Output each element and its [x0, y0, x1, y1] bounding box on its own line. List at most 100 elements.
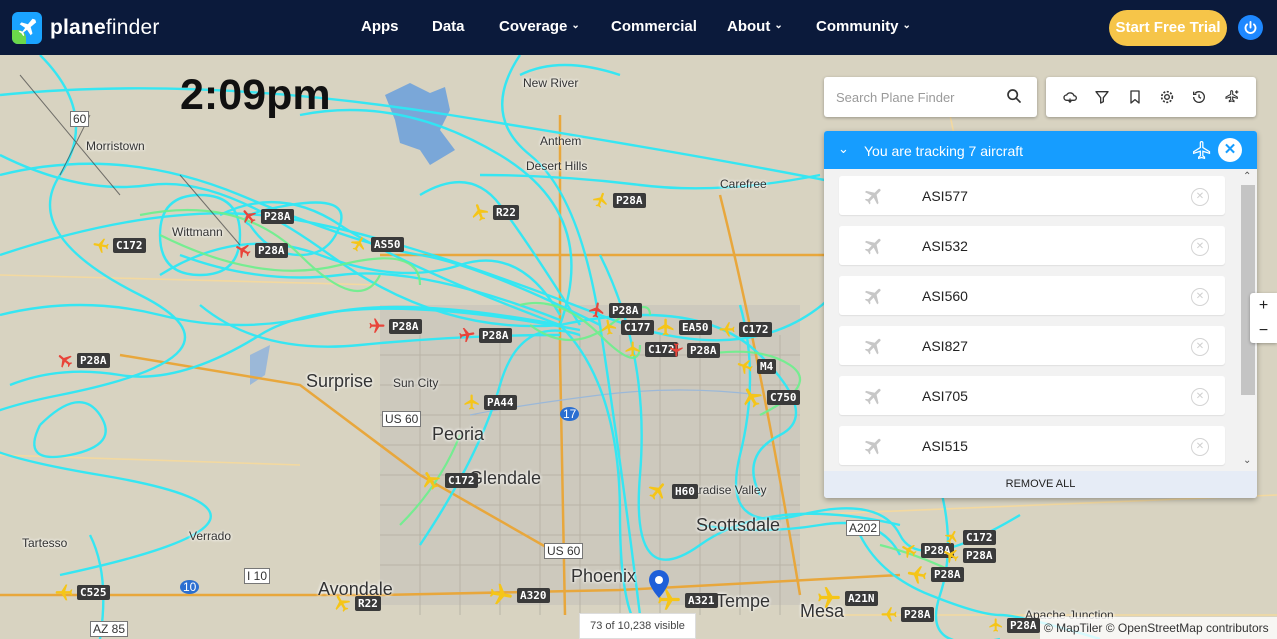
tracked-aircraft-name: ASI532	[922, 238, 968, 254]
aircraft-marker[interactable]: M4	[736, 357, 777, 375]
airplane-icon	[58, 355, 73, 368]
helicopter-icon	[472, 204, 489, 221]
start-free-trial-button[interactable]: Start Free Trial	[1109, 10, 1227, 46]
zoom-controls: + −	[1250, 293, 1277, 343]
chevron-down-icon[interactable]: ⌄	[1243, 455, 1251, 466]
aircraft-marker[interactable]: P28A	[458, 326, 512, 344]
aircraft-marker[interactable]: P28A	[368, 317, 422, 335]
aircraft-marker[interactable]: R22	[332, 593, 381, 613]
airplane-icon	[657, 318, 674, 336]
nav-commercial[interactable]: Commercial	[611, 18, 697, 35]
location-pin-icon[interactable]	[649, 570, 669, 603]
filter-icon[interactable]	[1093, 88, 1111, 106]
search-input[interactable]	[836, 87, 1006, 107]
airplane-icon	[863, 385, 885, 412]
aircraft-marker[interactable]: C177	[600, 318, 654, 336]
aircraft-marker[interactable]: P28A	[880, 605, 934, 623]
nav-coverage[interactable]: Coverage ⌄	[499, 18, 580, 35]
aircraft-label: C172	[963, 529, 996, 545]
zoom-in-button[interactable]: +	[1250, 293, 1277, 318]
weather-cloud-icon[interactable]	[1061, 88, 1079, 106]
aircraft-marker[interactable]: C750	[740, 385, 800, 409]
history-clock-icon[interactable]	[1190, 88, 1208, 106]
remove-aircraft-button[interactable]: ✕	[1191, 188, 1209, 206]
remove-all-button[interactable]: REMOVE ALL	[824, 471, 1257, 498]
flight-map[interactable]: 2:09pm Surprise Sun City Peoria Glendale…	[0, 55, 1277, 639]
city-label-scottsdale: Scottsdale	[696, 515, 781, 535]
airplane-icon	[863, 235, 885, 262]
brand-logo[interactable]: planefinder	[12, 11, 160, 45]
aircraft-marker[interactable]: C172	[944, 529, 996, 545]
tracked-aircraft-row[interactable]: ASI532 ✕	[839, 226, 1225, 265]
aircraft-marker[interactable]: EA50	[656, 317, 712, 337]
aircraft-label: EA50	[679, 319, 712, 335]
aircraft-marker[interactable]: P28A	[56, 351, 110, 369]
search-icon[interactable]	[1006, 88, 1022, 109]
aircraft-marker[interactable]: R22	[470, 202, 519, 222]
aircraft-label: P28A	[609, 302, 642, 318]
visible-count-badge: 73 of 10,238 visible	[579, 613, 696, 639]
aircraft-marker[interactable]: P28A	[240, 207, 294, 225]
aircraft-marker[interactable]: A21N	[816, 585, 878, 611]
aircraft-marker[interactable]: P28A	[988, 617, 1040, 633]
tracked-aircraft-row[interactable]: ASI577 ✕	[839, 176, 1225, 215]
tracked-aircraft-row[interactable]: ASI515 ✕	[839, 426, 1225, 465]
aircraft-marker[interactable]: P28A	[906, 563, 964, 585]
power-icon[interactable]	[1238, 15, 1263, 40]
zoom-out-button[interactable]: −	[1250, 318, 1277, 343]
airplane-icon	[601, 319, 617, 335]
aircraft-label: C172	[445, 472, 478, 488]
gear-icon[interactable]	[1158, 88, 1176, 106]
aircraft-label: P28A	[1007, 617, 1040, 633]
tracked-aircraft-list[interactable]: ASI577 ✕ ASI532 ✕ ASI560 ✕ ASI827 ✕ ASI7…	[824, 169, 1257, 471]
remove-aircraft-button[interactable]: ✕	[1191, 338, 1209, 356]
remove-aircraft-button[interactable]: ✕	[1191, 438, 1209, 456]
road-shield-us60: US 60	[382, 411, 422, 427]
aircraft-label: P28A	[77, 352, 110, 368]
bookmark-icon[interactable]	[1126, 88, 1144, 106]
aircraft-marker[interactable]: AS50	[350, 235, 404, 253]
city-label-new-river: New River	[523, 76, 579, 90]
airplane-icon	[744, 388, 762, 408]
aircraft-marker[interactable]: PA44	[463, 393, 517, 411]
aircraft-marker[interactable]: C172	[420, 469, 478, 491]
chevron-down-icon[interactable]: ⌄	[838, 141, 849, 157]
aircraft-marker[interactable]: C172	[92, 236, 146, 254]
remove-aircraft-button[interactable]: ✕	[1191, 388, 1209, 406]
aircraft-marker[interactable]: C172	[718, 320, 772, 338]
aircraft-label: A320	[517, 587, 550, 603]
aircraft-marker[interactable]: P28A	[942, 546, 996, 564]
airplane-icon	[459, 327, 475, 343]
chevron-down-icon: ⌄	[571, 20, 580, 31]
nav-apps[interactable]: Apps	[361, 18, 399, 35]
tracked-aircraft-row[interactable]: ASI560 ✕	[839, 276, 1225, 315]
aircraft-marker[interactable]: C525	[54, 582, 110, 602]
tracked-aircraft-row[interactable]: ASI705 ✕	[839, 376, 1225, 415]
tracked-aircraft-row[interactable]: ASI827 ✕	[839, 326, 1225, 365]
airplane-icon	[464, 394, 479, 410]
aircraft-marker[interactable]: P28A	[668, 342, 720, 358]
road-shield-60: 60	[70, 111, 90, 127]
close-tracking-button[interactable]: ✕	[1218, 138, 1242, 162]
aircraft-label: R22	[493, 204, 519, 220]
city-label-peoria: Peoria	[432, 424, 485, 444]
nav-data[interactable]: Data	[432, 18, 465, 35]
airplane-icon	[670, 343, 683, 357]
tracked-aircraft-name: ASI515	[922, 438, 968, 454]
aircraft-label: P28A	[687, 342, 720, 358]
airplane-icon	[625, 341, 640, 357]
nav-about[interactable]: About ⌄	[727, 18, 783, 35]
aircraft-marker[interactable]: A320	[488, 582, 550, 608]
nav-community[interactable]: Community ⌄	[816, 18, 911, 35]
city-label-carefree: Carefree	[720, 177, 767, 191]
aircraft-marker[interactable]: P28A	[592, 191, 646, 209]
scrollbar-thumb[interactable]	[1241, 185, 1255, 395]
airplane-icon	[93, 238, 109, 253]
remove-aircraft-button[interactable]: ✕	[1191, 238, 1209, 256]
aircraft-marker[interactable]: P28A	[234, 241, 288, 259]
aircraft-marker[interactable]: H60	[647, 480, 698, 502]
add-plane-icon[interactable]	[1223, 88, 1241, 106]
remove-aircraft-button[interactable]: ✕	[1191, 288, 1209, 306]
chevron-up-icon[interactable]: ⌃	[1243, 171, 1251, 182]
map-attribution[interactable]: © MapTiler © OpenStreetMap contributors	[1040, 617, 1277, 639]
